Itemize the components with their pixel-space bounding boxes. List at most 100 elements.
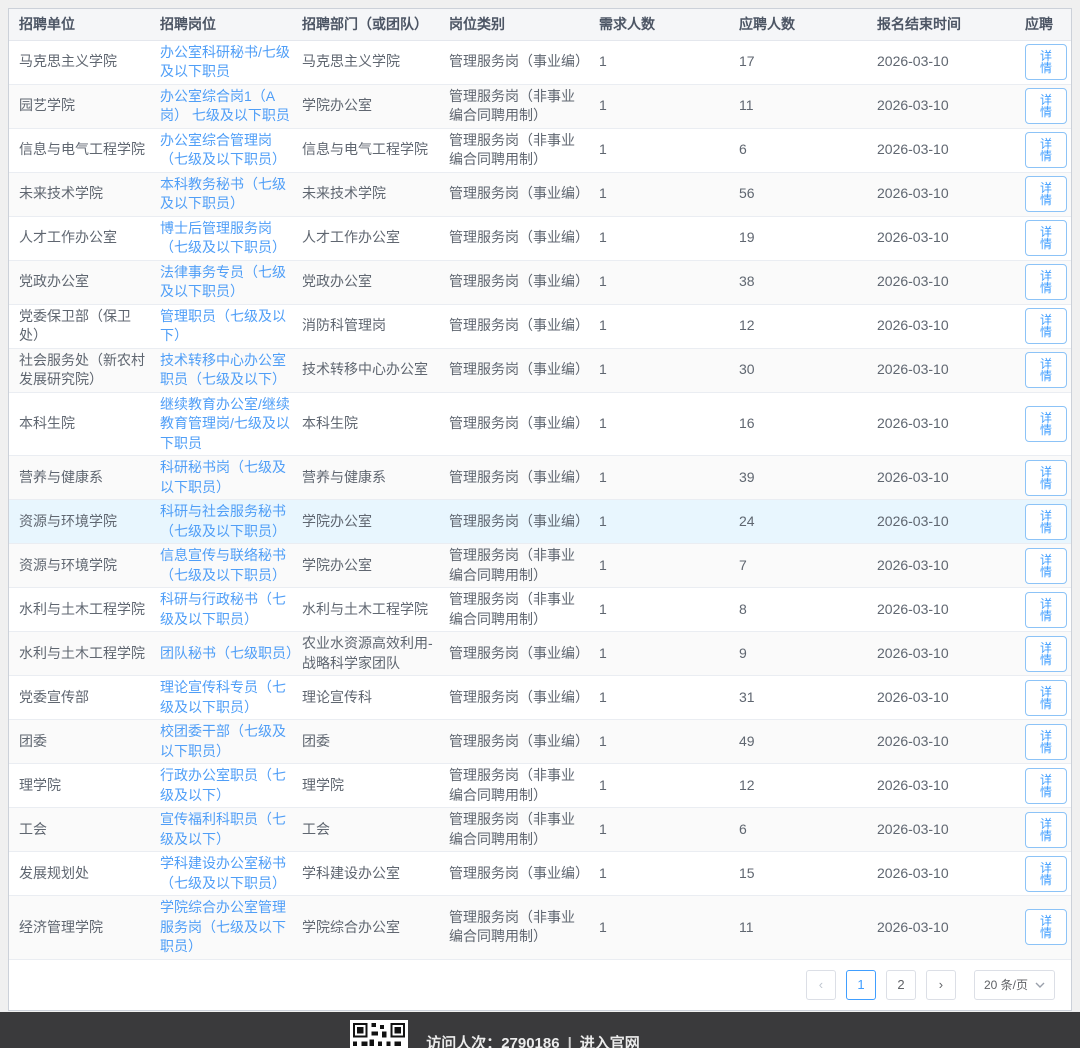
applicants-cell: 30 (729, 348, 867, 393)
page-button-2[interactable]: 2 (885, 969, 916, 1000)
position-link[interactable]: 办公室综合管理岗（七级及以下职员） (160, 132, 286, 168)
position-cell: 技术转移中心办公室职员（七级及以下） (156, 348, 294, 393)
position-link[interactable]: 科研秘书岗（七级及以下职员） (160, 459, 286, 495)
applicants-cell: 8 (729, 587, 867, 632)
position-link[interactable]: 博士后管理服务岗（七级及以下职员） (160, 220, 286, 256)
category-cell: 管理服务岗（事业编） (439, 455, 589, 500)
needed-cell: 1 (589, 851, 729, 896)
position-link[interactable]: 法律事务专员（七级及以下职员） (160, 264, 286, 300)
detail-button[interactable]: 详情 (1025, 44, 1067, 80)
position-link[interactable]: 继续教育办公室/继续教育管理岗/七级及以下职员 (160, 396, 290, 451)
detail-button[interactable]: 详情 (1025, 405, 1067, 442)
position-link[interactable]: 学科建设办公室秘书（七级及以下职员） (160, 855, 286, 891)
applicants-cell: 39 (729, 455, 867, 500)
action-cell: 详情 (1007, 499, 1071, 544)
action-cell: 详情 (1007, 40, 1071, 85)
detail-button[interactable]: 详情 (1025, 308, 1067, 344)
table-row: 理学院 行政办公室职员（七级及以下） 理学院 管理服务岗（非事业编合同聘用制） 1 12 2… (9, 763, 1071, 808)
deadline-cell: 2026-03-10 (867, 587, 1007, 632)
action-cell: 详情 (1007, 172, 1071, 217)
category-cell: 管理服务岗（非事业编合同聘用制） (439, 807, 589, 852)
applicants-cell: 24 (729, 499, 867, 544)
detail-button[interactable]: 详情 (1025, 679, 1067, 716)
position-link[interactable]: 团队秘书（七级职员） (160, 645, 300, 661)
detail-button[interactable]: 详情 (1025, 855, 1067, 892)
department-cell: 水利与土木工程学院 (294, 587, 439, 632)
position-link[interactable]: 宣传福利科职员（七级及以下） (160, 811, 286, 847)
detail-button[interactable]: 详情 (1025, 767, 1067, 804)
unit-cell: 发展规划处 (9, 851, 156, 896)
position-link[interactable]: 技术转移中心办公室职员（七级及以下） (160, 352, 286, 388)
deadline-cell: 2026-03-10 (867, 304, 1007, 349)
position-cell: 团队秘书（七级职员） (156, 631, 300, 676)
detail-button[interactable]: 详情 (1025, 591, 1067, 628)
needed-cell: 1 (589, 392, 729, 456)
position-link[interactable]: 本科教务秘书（七级及以下职员） (160, 176, 286, 212)
detail-button[interactable]: 详情 (1025, 220, 1067, 256)
detail-button[interactable]: 详情 (1025, 132, 1067, 168)
table-row: 人才工作办公室 博士后管理服务岗（七级及以下职员） 人才工作办公室 管理服务岗（事业编… (9, 216, 1071, 261)
position-link[interactable]: 办公室科研秘书/七级及以下职员 (160, 44, 290, 80)
unit-cell: 经济管理学院 (9, 895, 156, 960)
unit-cell: 未来技术学院 (9, 172, 156, 217)
detail-button[interactable]: 详情 (1025, 352, 1067, 388)
position-link[interactable]: 校团委干部（七级及以下职员） (160, 723, 286, 759)
position-link[interactable]: 办公室综合岗1（A岗） 七级及以下职员 (160, 88, 290, 124)
detail-button[interactable]: 详情 (1025, 635, 1067, 672)
table-row: 党委保卫部（保卫处） 管理职员（七级及以下） 消防科管理岗 管理服务岗（事业编） 1 12… (9, 304, 1071, 349)
next-page-button[interactable]: › (925, 969, 956, 1000)
applicants-cell: 11 (729, 895, 867, 960)
department-cell: 理论宣传科 (294, 675, 439, 720)
column-header-1: 招聘单位 (9, 9, 156, 41)
page-size-select[interactable]: 20 条/页 (973, 969, 1055, 1000)
detail-button[interactable]: 详情 (1025, 88, 1067, 124)
chevron-left-icon: ‹ (818, 977, 824, 992)
position-link[interactable]: 管理职员（七级及以下） (160, 308, 286, 344)
position-link[interactable]: 科研与行政秘书（七级及以下职员） (160, 591, 286, 627)
detail-button[interactable]: 详情 (1025, 503, 1067, 540)
detail-button[interactable]: 详情 (1025, 723, 1067, 760)
department-cell: 工会 (294, 807, 439, 852)
category-cell: 管理服务岗（事业编） (439, 304, 589, 349)
category-cell: 管理服务岗（事业编） (439, 216, 589, 261)
department-cell: 消防科管理岗 (294, 304, 439, 349)
needed-cell: 1 (589, 216, 729, 261)
deadline-cell: 2026-03-10 (867, 455, 1007, 500)
position-link[interactable]: 学院综合办公室管理服务岗（七级及以下职员） (160, 899, 286, 954)
position-link[interactable]: 理论宣传科专员（七级及以下职员） (160, 679, 286, 715)
applicants-cell: 31 (729, 675, 867, 720)
applicants-cell: 11 (729, 84, 867, 129)
detail-button[interactable]: 详情 (1025, 176, 1067, 212)
detail-button[interactable]: 详情 (1025, 264, 1067, 300)
needed-cell: 1 (589, 587, 729, 632)
position-cell: 信息宣传与联络秘书（七级及以下职员） (156, 543, 294, 588)
position-link[interactable]: 信息宣传与联络秘书（七级及以下职员） (160, 547, 286, 583)
action-cell: 详情 (1007, 260, 1071, 305)
deadline-cell: 2026-03-10 (867, 895, 1007, 960)
action-cell: 详情 (1007, 543, 1071, 588)
chevron-right-icon: › (938, 977, 944, 992)
action-cell: 详情 (1007, 128, 1071, 173)
unit-cell: 水利与土木工程学院 (9, 587, 156, 632)
position-link[interactable]: 行政办公室职员（七级及以下） (160, 767, 286, 803)
applicants-cell: 12 (729, 763, 867, 808)
action-cell: 详情 (1007, 675, 1071, 720)
detail-button[interactable]: 详情 (1025, 459, 1067, 496)
needed-cell: 1 (589, 719, 729, 764)
applicants-cell: 6 (729, 128, 867, 173)
deadline-cell: 2026-03-10 (867, 851, 1007, 896)
unit-cell: 水利与土木工程学院 (9, 631, 156, 676)
detail-button[interactable]: 详情 (1025, 811, 1067, 848)
applicants-cell: 7 (729, 543, 867, 588)
table-row: 资源与环境学院 科研与社会服务秘书（七级及以下职员） 学院办公室 管理服务岗（事业编）… (9, 499, 1071, 544)
table-row: 团委 校团委干部（七级及以下职员） 团委 管理服务岗（事业编） 1 49 2026-03-1… (9, 719, 1071, 764)
category-cell: 管理服务岗（事业编） (439, 260, 589, 305)
position-link[interactable]: 科研与社会服务秘书（七级及以下职员） (160, 503, 286, 539)
official-site-link[interactable]: 进入官网 (580, 1035, 640, 1048)
deadline-cell: 2026-03-10 (867, 763, 1007, 808)
detail-button[interactable]: 详情 (1025, 547, 1067, 584)
page-button-1[interactable]: 1 (845, 969, 876, 1000)
needed-cell: 1 (589, 40, 729, 85)
detail-button[interactable]: 详情 (1025, 909, 1067, 946)
prev-page-button[interactable]: ‹ (805, 969, 836, 1000)
